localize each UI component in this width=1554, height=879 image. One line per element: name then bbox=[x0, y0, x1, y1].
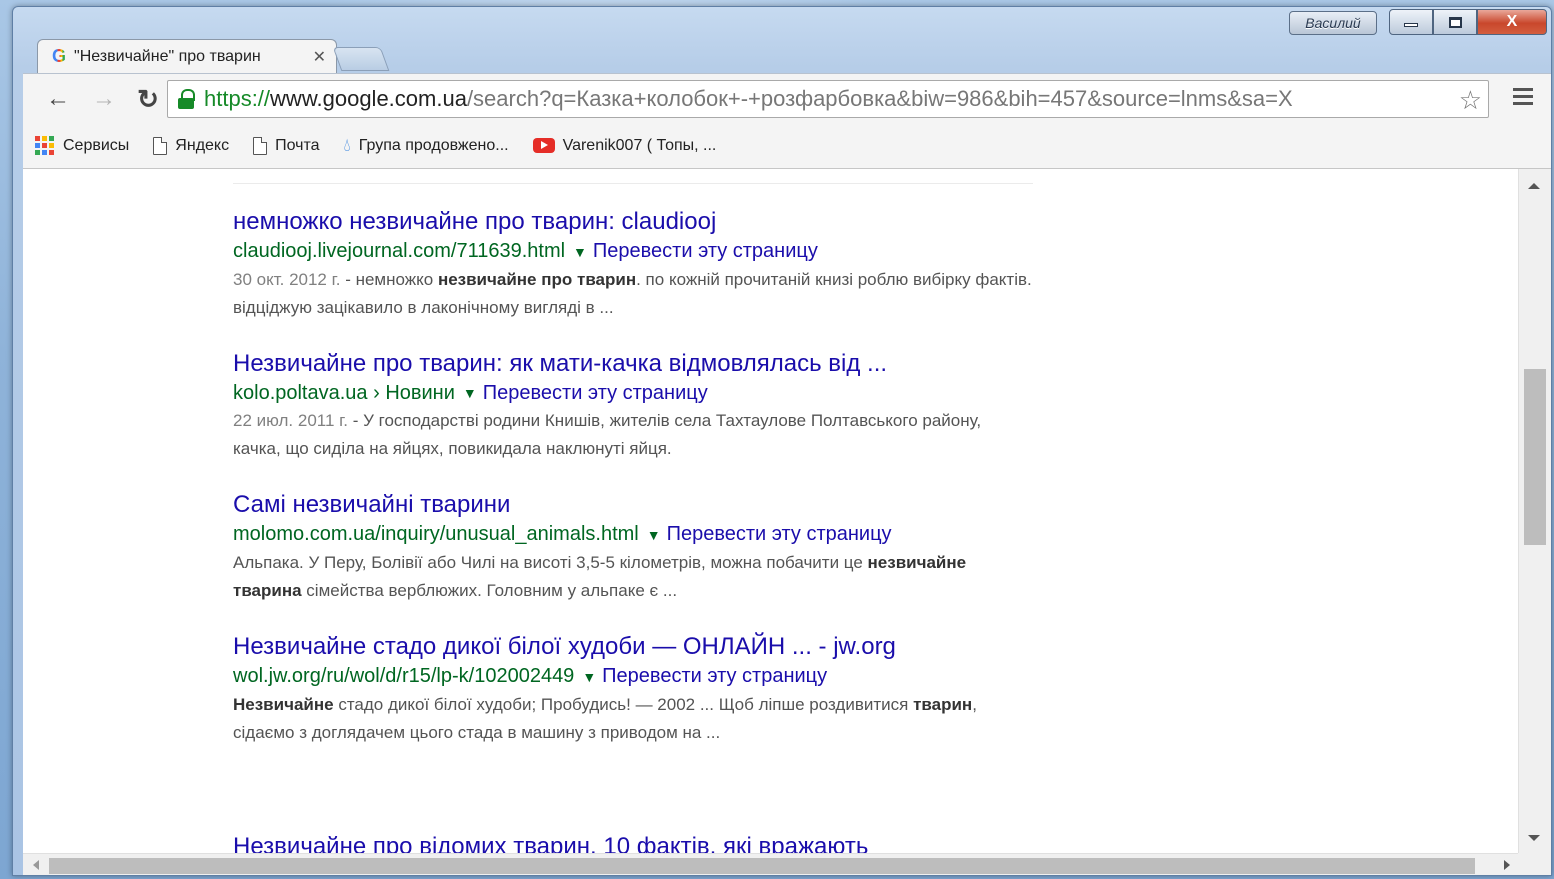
result-title-link[interactable]: Самі незвичайні тварини bbox=[233, 490, 1033, 520]
maximize-icon bbox=[1448, 16, 1462, 28]
search-result: Самі незвичайні тварини molomo.com.ua/in… bbox=[233, 490, 1033, 605]
profile-button[interactable]: Василий bbox=[1289, 11, 1377, 35]
horizontal-scrollbar[interactable] bbox=[23, 853, 1518, 875]
scroll-thumb[interactable] bbox=[1524, 369, 1546, 545]
result-title-link[interactable]: Незвичайне про відомих тварин. 10 фактів… bbox=[233, 833, 868, 853]
google-favicon-icon: G bbox=[52, 46, 67, 66]
apps-grid-icon bbox=[35, 135, 55, 156]
page-icon bbox=[253, 136, 268, 155]
url-path: /search?q=Казка+колобок+-+розфарбовка&bi… bbox=[466, 86, 1293, 111]
bookmark-label: Яндекс bbox=[175, 136, 230, 154]
snippet-text: стадо дикої білої худоби; Пробудись! — 2… bbox=[333, 694, 914, 714]
bookmark-label: Група продовжено... bbox=[358, 136, 509, 154]
result-url-text: wol.jw.org/ru/wol/d/r15/lp-k/102002449 bbox=[233, 665, 575, 688]
result-date: 30 окт. 2012 г. bbox=[233, 269, 341, 289]
drop-icon: 💧︎ bbox=[343, 135, 351, 155]
result-title-link[interactable]: Незвичайне про тварин: як мати-качка від… bbox=[233, 349, 1033, 379]
result-url-text: claudiooj.livejournal.com/711639.html bbox=[233, 240, 566, 262]
scroll-right-icon[interactable] bbox=[1504, 860, 1510, 870]
snippet-bold: незвичайне про тварин bbox=[437, 269, 637, 289]
scroll-up-icon[interactable] bbox=[1528, 183, 1540, 189]
scroll-left-icon[interactable] bbox=[33, 860, 39, 870]
translate-link[interactable]: Перевести эту страницу bbox=[593, 240, 818, 262]
caret-down-icon[interactable]: ▼ bbox=[647, 527, 661, 543]
result-snippet: 22 июл. 2011 г. - У господарстві родини … bbox=[233, 407, 1033, 463]
tab-title: "Незвичайне" про тварин bbox=[74, 47, 261, 65]
result-url: wol.jw.org/ru/wol/d/r15/lp-k/102002449 ▼ П… bbox=[233, 662, 1033, 691]
snippet-text: - немножко bbox=[340, 269, 438, 289]
result-title-link[interactable]: Незвичайне стадо дикої білої худоби — ОН… bbox=[233, 632, 1033, 662]
search-result: Незвичайне стадо дикої білої худоби — ОН… bbox=[233, 632, 1033, 747]
result-snippet: Альпака. У Перу, Болівії або Чилі на вис… bbox=[233, 549, 1033, 605]
vertical-scrollbar[interactable] bbox=[1518, 169, 1551, 853]
menu-hamburger-icon[interactable] bbox=[1513, 88, 1533, 109]
scroll-down-icon[interactable] bbox=[1528, 835, 1540, 841]
translate-link[interactable]: Перевести эту страницу bbox=[483, 382, 708, 404]
url-host: www.google.com.ua bbox=[270, 86, 467, 111]
url-scheme: https:// bbox=[204, 86, 271, 111]
window-controls: X bbox=[1389, 9, 1547, 35]
result-url-text: kolo.poltava.ua › Новини bbox=[233, 381, 455, 404]
bookmark-mail[interactable]: Почта bbox=[253, 136, 320, 155]
close-window-button[interactable]: X bbox=[1477, 9, 1547, 35]
bookmark-star-icon[interactable]: ☆ bbox=[1458, 85, 1482, 116]
snippet-bold: Незвичайне bbox=[233, 694, 334, 714]
tab-close-icon[interactable]: ✕ bbox=[313, 47, 326, 67]
result-url: kolo.poltava.ua › Новини ▼ Перевести эту с… bbox=[233, 379, 1033, 408]
result-url: molomo.com.ua/inquiry/unusual_animals.ht… bbox=[233, 520, 1033, 549]
result-url: claudiooj.livejournal.com/711639.html ▼ Пе… bbox=[233, 237, 1033, 266]
scroll-thumb-horizontal[interactable] bbox=[49, 858, 1475, 874]
page-content: немножко незвичайне про тварин: claudioo… bbox=[23, 169, 1518, 853]
result-title-link[interactable]: немножко незвичайне про тварин: claudioo… bbox=[233, 207, 1033, 237]
bookmark-youtube[interactable]: Varenik007 ( Топы, ... bbox=[532, 136, 717, 155]
caret-down-icon[interactable]: ▼ bbox=[463, 385, 477, 401]
translate-link[interactable]: Перевести эту страницу bbox=[602, 665, 827, 687]
maximize-button[interactable] bbox=[1433, 9, 1477, 35]
bookmarks-bar: Сервисы Яндекс Почта 💧︎ Група продовжено… bbox=[23, 123, 1551, 169]
result-date: 22 июл. 2011 г. bbox=[233, 411, 348, 431]
forward-button[interactable]: → bbox=[89, 84, 119, 114]
page-icon bbox=[153, 136, 168, 155]
search-results: немножко незвичайне про тварин: claudioo… bbox=[233, 207, 1033, 774]
search-result: немножко незвичайне про тварин: claudioo… bbox=[233, 207, 1033, 322]
search-result: Незвичайне про тварин: як мати-качка від… bbox=[233, 349, 1033, 464]
minimize-button[interactable] bbox=[1389, 9, 1433, 35]
toolbar: ← → ↻ https://www.google.com.ua/search?q… bbox=[23, 73, 1551, 123]
address-bar[interactable]: https://www.google.com.ua/search?q=Казка… bbox=[167, 80, 1489, 118]
bookmark-label: Почта bbox=[275, 136, 320, 154]
caret-down-icon[interactable]: ▼ bbox=[573, 244, 587, 260]
divider bbox=[233, 183, 1033, 184]
tab-active[interactable]: G "Незвичайне" про тварин ✕ bbox=[37, 39, 337, 73]
result-snippet: 30 окт. 2012 г. - немножко незвичайне пр… bbox=[233, 266, 1033, 322]
bookmark-label: Сервисы bbox=[63, 136, 130, 154]
bookmark-group[interactable]: 💧︎ Група продовжено... bbox=[344, 135, 509, 156]
minimize-icon bbox=[1404, 23, 1418, 27]
bookmark-yandex[interactable]: Яндекс bbox=[153, 136, 230, 155]
translate-link[interactable]: Перевести эту страницу bbox=[667, 523, 892, 545]
snippet-text: Альпака. У Перу, Болівії або Чилі на вис… bbox=[233, 553, 868, 573]
result-url-text: molomo.com.ua/inquiry/unusual_animals.ht… bbox=[233, 523, 639, 546]
bookmark-services[interactable]: Сервисы bbox=[35, 135, 130, 156]
caret-down-icon[interactable]: ▼ bbox=[582, 669, 596, 685]
new-tab-button[interactable] bbox=[332, 47, 390, 71]
snippet-bold: тварин bbox=[913, 694, 973, 714]
browser-window: Василий X G "Незвичайне" про тварин ✕ ← … bbox=[12, 6, 1552, 876]
lock-icon[interactable] bbox=[178, 89, 195, 109]
reload-button[interactable]: ↻ bbox=[133, 84, 163, 114]
back-button[interactable]: ← bbox=[43, 84, 73, 114]
result-snippet: Незвичайне стадо дикої білої худоби; Про… bbox=[233, 691, 1033, 747]
scrollbar-corner bbox=[1518, 853, 1551, 875]
snippet-text: сімейства верблюжих. Головним у альпаке … bbox=[301, 581, 678, 601]
youtube-icon bbox=[532, 138, 555, 153]
bookmark-label: Varenik007 ( Топы, ... bbox=[562, 136, 717, 154]
